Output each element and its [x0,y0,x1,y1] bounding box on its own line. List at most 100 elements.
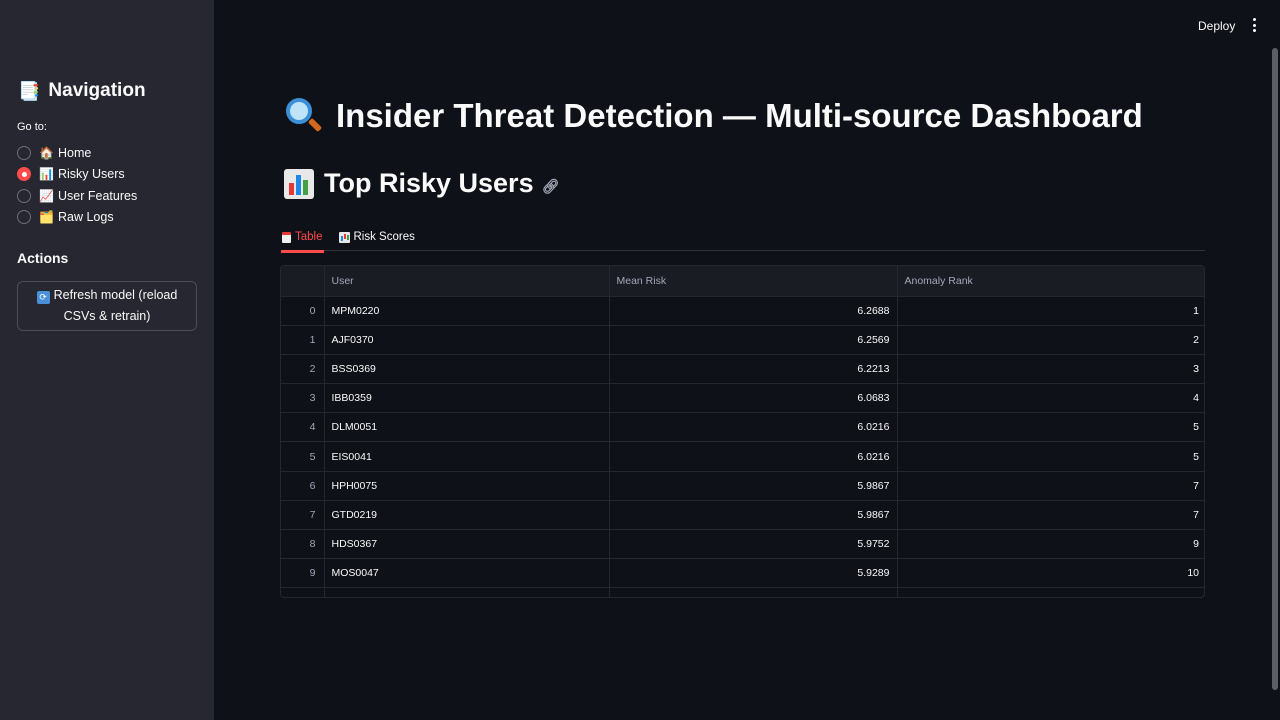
cell-anomaly-rank[interactable]: 2 [897,325,1204,355]
folder-icon: 🗂️ [39,210,54,225]
tab-bar: Table Risk Scores [281,223,1205,253]
cell-user[interactable]: IBB0359 [324,383,610,414]
cell-mean-risk[interactable]: 6.2213 [609,354,898,385]
bar-chart-icon [284,168,314,199]
row-index[interactable]: 4 [281,412,325,443]
table-empty-row [281,587,1204,597]
radio-item-home[interactable]: 🏠 Home [17,142,137,164]
cell-anomaly-rank[interactable]: 7 [897,471,1204,501]
row-index[interactable]: 3 [281,383,325,414]
cell-user[interactable]: AJF0370 [324,325,610,355]
table-row[interactable]: 0 MPM0220 6.2688 1 [281,296,1204,326]
table-row[interactable]: 7 GTD0219 5.9867 7 [281,500,1204,531]
cell-mean-risk[interactable]: 5.9867 [609,500,898,531]
bar-chart-icon [338,231,350,243]
cell-mean-risk[interactable]: 6.0216 [609,412,898,443]
table-row[interactable]: 3 IBB0359 6.0683 4 [281,383,1204,414]
radio-item-risky-users[interactable]: 📊 Risky Users [17,164,137,186]
cell-mean-risk[interactable]: 6.2688 [609,296,898,326]
cell-mean-risk[interactable]: 6.0683 [609,383,898,414]
cell-user[interactable]: GTD0219 [324,500,610,531]
magnifier-icon [284,96,324,136]
tab-label: Risk Scores [353,231,415,243]
row-index[interactable]: 0 [281,296,325,326]
cell-mean-risk[interactable]: 5.9752 [609,529,898,560]
row-index[interactable]: 8 [281,529,325,560]
deploy-button[interactable]: Deploy [1192,15,1241,37]
cell-anomaly-rank[interactable]: 3 [897,354,1204,385]
cell-anomaly-rank[interactable]: 9 [897,529,1204,560]
cell-mean-risk[interactable]: 5.9289 [609,558,898,589]
empty-cell [281,587,325,597]
cell-user[interactable]: MPM0220 [324,296,610,326]
section-title-text: Top Risky Users [324,168,534,198]
cell-anomaly-rank[interactable]: 10 [897,558,1204,589]
index-header [281,266,325,297]
cell-mean-risk[interactable]: 6.2569 [609,325,898,355]
trend-chart-icon: 📈 [39,188,54,203]
table-row[interactable]: 9 MOS0047 5.9289 10 [281,558,1204,589]
radio-button[interactable] [17,210,31,225]
radio-label: Risky Users [58,167,125,182]
row-index[interactable]: 9 [281,558,325,589]
cell-mean-risk[interactable]: 5.9867 [609,471,898,501]
table-row[interactable]: 5 EIS0041 6.0216 5 [281,441,1204,472]
radio-button[interactable] [17,145,31,160]
cell-anomaly-rank[interactable]: 4 [897,383,1204,414]
cell-anomaly-rank[interactable]: 5 [897,441,1204,472]
row-index[interactable]: 5 [281,441,325,472]
column-header-user[interactable]: User [324,266,610,297]
house-icon: 🏠 [39,145,54,160]
actions-title: Actions [17,250,69,266]
refresh-model-button[interactable]: ⟳ Refresh model (reload CSVs & retrain) [17,281,197,331]
bar-chart-icon: 📊 [39,167,54,182]
table-row[interactable]: 4 DLM0051 6.0216 5 [281,412,1204,443]
cell-anomaly-rank[interactable]: 1 [897,296,1204,326]
tab-table[interactable]: Table [281,223,324,253]
cell-user[interactable]: HPH0075 [324,471,610,501]
radio-item-user-features[interactable]: 📈 User Features [17,185,137,207]
cell-user[interactable]: HDS0367 [324,529,610,560]
table-row[interactable]: 2 BSS0369 6.2213 3 [281,354,1204,385]
kebab-menu-icon[interactable] [1248,16,1260,34]
empty-cell [324,587,610,597]
risky-users-table[interactable]: User Mean Risk Anomaly Rank 0 MPM0220 6.26… [280,265,1205,598]
table-row[interactable]: 6 HPH0075 5.9867 7 [281,471,1204,501]
radio-label: Home [58,145,92,160]
radio-label: Raw Logs [58,210,114,225]
row-index[interactable]: 6 [281,471,325,501]
tab-label: Table [295,231,323,243]
scrollbar[interactable] [1272,48,1278,690]
page-title: Insider Threat Detection — Multi-source … [284,96,1143,136]
sidebar: 📑 Navigation Go to: 🏠 Home 📊 Risky Users… [0,0,214,720]
section-title: Top Risky Users 🔗︎ [284,168,559,199]
table-row[interactable]: 8 HDS0367 5.9752 9 [281,529,1204,560]
document-icon [282,231,291,243]
cell-user[interactable]: MOS0047 [324,558,610,589]
cell-user[interactable]: EIS0041 [324,441,610,472]
column-header-anomaly-rank[interactable]: Anomaly Rank [897,266,1204,297]
row-index[interactable]: 1 [281,325,325,355]
row-index[interactable]: 7 [281,500,325,531]
row-index[interactable]: 2 [281,354,325,385]
radio-item-raw-logs[interactable]: 🗂️ Raw Logs [17,207,137,229]
refresh-icon: ⟳ [36,291,50,304]
table-row[interactable]: 1 AJF0370 6.2569 2 [281,325,1204,355]
radio-button[interactable] [17,188,31,203]
radio-button-selected[interactable] [17,167,31,182]
empty-cell [897,588,1204,597]
cell-anomaly-rank[interactable]: 7 [897,500,1204,531]
cell-mean-risk[interactable]: 6.0216 [609,441,898,472]
sidebar-nav-title: 📑 Navigation [18,80,146,102]
tab-risk-scores[interactable]: Risk Scores [338,223,416,251]
table-header-row: User Mean Risk Anomaly Rank [281,266,1204,297]
cell-user[interactable]: DLM0051 [324,412,610,443]
refresh-button-label: Refresh model (reload CSVs & retrain) [53,288,178,323]
page-title-text: Insider Threat Detection — Multi-source … [336,97,1143,134]
empty-cell [609,587,898,597]
cell-anomaly-rank[interactable]: 5 [897,412,1204,443]
link-icon[interactable]: 🔗︎ [542,178,560,195]
cell-user[interactable]: BSS0369 [324,354,610,385]
column-header-mean-risk[interactable]: Mean Risk [609,266,898,297]
document-icon: 📑 [18,80,41,101]
